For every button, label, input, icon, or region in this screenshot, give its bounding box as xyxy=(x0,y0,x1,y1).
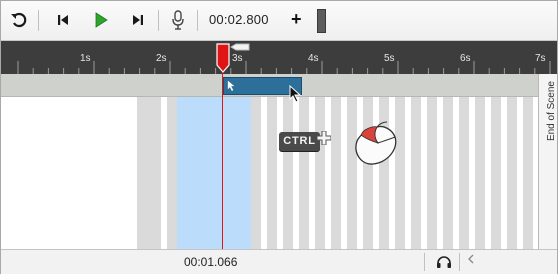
selection-region[interactable] xyxy=(177,97,251,249)
frame-stripe xyxy=(267,97,277,249)
frame-stripe xyxy=(475,97,485,249)
ctrl-key-badge: CTRL xyxy=(279,132,320,151)
ruler-label-7s: 7s xyxy=(535,53,546,64)
skip-to-start-icon[interactable] xyxy=(52,8,74,32)
rotate-icon[interactable] xyxy=(7,8,31,32)
plus-icon xyxy=(317,131,331,145)
current-time-readout: 00:02.800 xyxy=(209,12,269,27)
playhead-line xyxy=(222,63,223,249)
frame-stripe xyxy=(251,97,261,249)
frame-stripe xyxy=(507,97,517,249)
frame-stripe xyxy=(491,97,501,249)
mouse-pointer-icon xyxy=(289,85,302,103)
microphone-icon[interactable] xyxy=(167,8,189,32)
cursor-small-icon xyxy=(227,80,235,92)
status-separator xyxy=(424,253,425,271)
ruler-label-2s: 2s xyxy=(156,53,167,64)
headphones-icon[interactable] xyxy=(433,253,455,271)
level-meter xyxy=(317,9,326,33)
time-ruler[interactable]: 1s 2s 3s 4s 5s 6s 7s xyxy=(1,41,557,74)
scroll-left-icon[interactable] xyxy=(467,254,475,264)
frame-stripe xyxy=(315,97,325,249)
skip-to-end-icon[interactable] xyxy=(127,8,149,32)
play-icon[interactable] xyxy=(90,8,112,32)
frame-stripe xyxy=(427,97,437,249)
status-separator xyxy=(459,253,460,271)
playhead-handle[interactable] xyxy=(216,43,230,73)
status-time: 00:01.066 xyxy=(184,255,238,269)
toolbar-separator xyxy=(197,10,198,31)
frame-stripe xyxy=(459,97,469,249)
frame-stripe xyxy=(331,97,341,249)
toolbar: 00:02.800 + xyxy=(1,1,557,41)
ruler-label-6s: 6s xyxy=(460,53,471,64)
frame-stripe xyxy=(299,97,309,249)
add-button[interactable]: + xyxy=(291,10,302,28)
frame-stripe xyxy=(411,97,421,249)
marker-flag-icon[interactable] xyxy=(230,43,250,55)
timeline-editor: 00:02.800 + 1s 2s 3s 4s 5s 6s 7s End of … xyxy=(0,0,558,274)
status-bar: 00:01.066 xyxy=(1,249,557,274)
timeline-body[interactable] xyxy=(1,97,538,249)
toolbar-separator xyxy=(158,10,159,31)
end-of-scene-label: End of Scene xyxy=(546,81,557,142)
ruler-label-5s: 5s xyxy=(384,53,395,64)
toolbar-separator xyxy=(38,10,39,31)
frame-stripe xyxy=(283,97,293,249)
ruler-label-4s: 4s xyxy=(308,53,319,64)
frame-stripe xyxy=(523,97,533,249)
frame-stripe xyxy=(137,97,161,249)
frame-stripe xyxy=(443,97,453,249)
ruler-label-1s: 1s xyxy=(80,53,91,64)
mouse-left-click-icon xyxy=(355,121,397,165)
frame-stripe xyxy=(167,97,177,249)
